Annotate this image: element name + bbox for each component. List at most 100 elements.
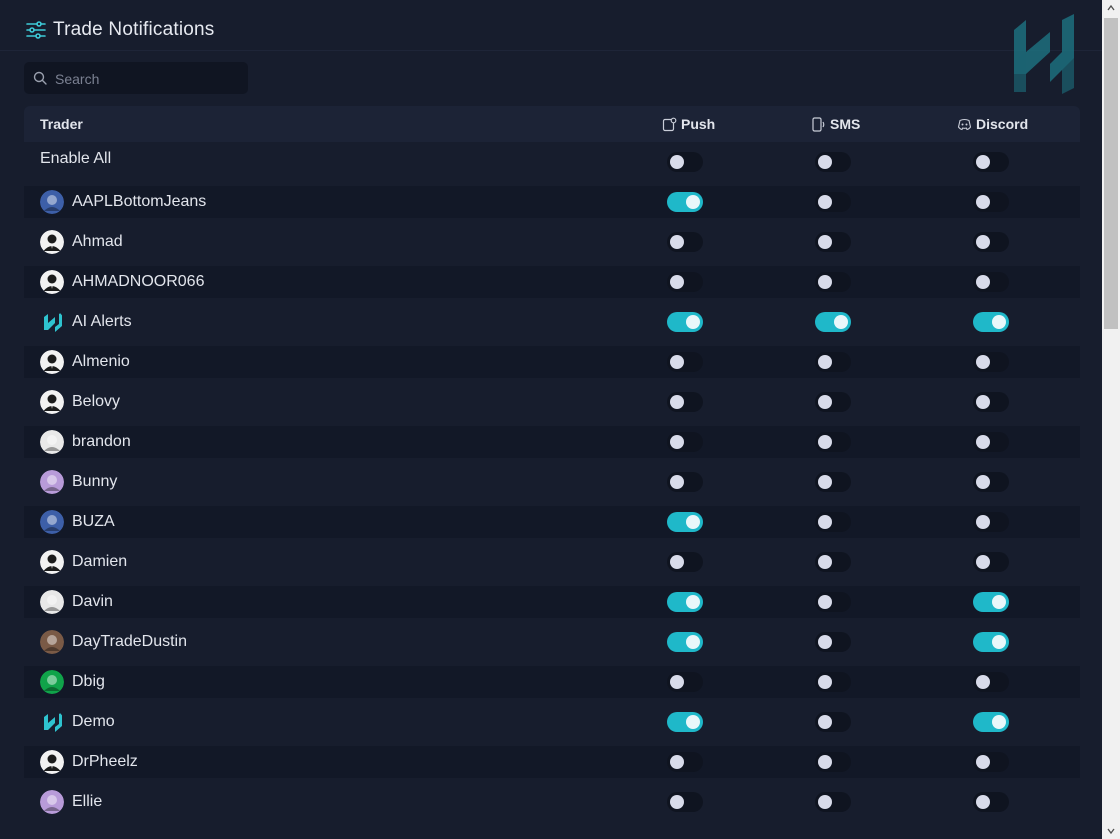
- avatar: [40, 550, 64, 574]
- trader-name: AHMADNOOR066: [72, 273, 205, 290]
- discord-toggle[interactable]: [973, 352, 1009, 372]
- toggle-knob: [670, 795, 684, 809]
- push-toggle[interactable]: [667, 272, 703, 292]
- trader-cell: Damien: [40, 550, 127, 574]
- discord-toggle[interactable]: [973, 712, 1009, 732]
- sms-toggle[interactable]: [815, 472, 851, 492]
- push-toggle[interactable]: [667, 512, 703, 532]
- avatar: [40, 430, 64, 454]
- sms-toggle[interactable]: [815, 272, 851, 292]
- discord-toggle[interactable]: [973, 752, 1009, 772]
- discord-toggle[interactable]: [973, 792, 1009, 812]
- discord-toggle[interactable]: [973, 512, 1009, 532]
- toggle-knob: [818, 235, 832, 249]
- scroll-down-icon[interactable]: [1107, 827, 1115, 835]
- sms-toggle[interactable]: [815, 392, 851, 412]
- toggle-knob: [976, 395, 990, 409]
- push-toggle[interactable]: [667, 472, 703, 492]
- push-toggle[interactable]: [667, 352, 703, 372]
- toggle-knob: [670, 555, 684, 569]
- sms-toggle[interactable]: [815, 192, 851, 212]
- enable-all-push-toggle[interactable]: [667, 152, 703, 172]
- scrollbar[interactable]: [1102, 0, 1120, 839]
- toggle-knob: [670, 395, 684, 409]
- push-toggle[interactable]: [667, 232, 703, 252]
- push-toggle[interactable]: [667, 592, 703, 612]
- push-toggle[interactable]: [667, 632, 703, 652]
- sms-toggle[interactable]: [815, 352, 851, 372]
- push-toggle[interactable]: [667, 192, 703, 212]
- enable-all-discord-toggle[interactable]: [973, 152, 1009, 172]
- scrollbar-thumb[interactable]: [1104, 18, 1118, 329]
- toggle-knob: [818, 555, 832, 569]
- sms-toggle[interactable]: [815, 312, 851, 332]
- discord-toggle[interactable]: [973, 552, 1009, 572]
- push-toggle[interactable]: [667, 792, 703, 812]
- push-toggle[interactable]: [667, 752, 703, 772]
- discord-toggle[interactable]: [973, 472, 1009, 492]
- trader-cell: DrPheelz: [40, 750, 138, 774]
- sms-toggle[interactable]: [815, 752, 851, 772]
- toggle-knob: [686, 315, 700, 329]
- discord-toggle[interactable]: [973, 232, 1009, 252]
- sms-toggle[interactable]: [815, 592, 851, 612]
- toggle-knob: [834, 315, 848, 329]
- toggle-knob: [992, 595, 1006, 609]
- sms-toggle[interactable]: [815, 632, 851, 652]
- toggle-knob: [670, 675, 684, 689]
- trader-cell: Davin: [40, 590, 113, 614]
- push-toggle[interactable]: [667, 432, 703, 452]
- sms-toggle[interactable]: [815, 672, 851, 692]
- toggle-knob: [976, 435, 990, 449]
- trader-cell: AAPLBottomJeans: [40, 190, 206, 214]
- search-box[interactable]: [24, 62, 248, 96]
- table-row: Ahmad: [24, 226, 1080, 258]
- enable-all-row: Enable All: [24, 146, 1080, 178]
- toggle-knob: [976, 675, 990, 689]
- table-row: AHMADNOOR066: [24, 266, 1080, 298]
- discord-toggle[interactable]: [973, 392, 1009, 412]
- discord-toggle[interactable]: [973, 672, 1009, 692]
- push-toggle[interactable]: [667, 672, 703, 692]
- avatar: [40, 230, 64, 254]
- discord-toggle[interactable]: [973, 272, 1009, 292]
- sms-toggle[interactable]: [815, 712, 851, 732]
- discord-toggle[interactable]: [973, 312, 1009, 332]
- column-header-push: Push: [662, 116, 715, 132]
- avatar: [40, 190, 64, 214]
- toggle-knob: [976, 475, 990, 489]
- sms-toggle[interactable]: [815, 512, 851, 532]
- push-toggle[interactable]: [667, 712, 703, 732]
- trader-name: DrPheelz: [72, 753, 138, 770]
- sms-toggle[interactable]: [815, 232, 851, 252]
- toggle-knob: [670, 435, 684, 449]
- trader-name: Damien: [72, 553, 128, 570]
- toggle-knob: [818, 275, 832, 289]
- avatar: [40, 470, 64, 494]
- table-row: DayTradeDustin: [24, 626, 1080, 658]
- table-row: Demo: [24, 706, 1080, 738]
- avatar: [40, 670, 64, 694]
- sms-toggle[interactable]: [815, 792, 851, 812]
- trader-name: AI Alerts: [72, 313, 132, 330]
- discord-toggle[interactable]: [973, 432, 1009, 452]
- scroll-up-icon[interactable]: [1107, 4, 1115, 12]
- toggle-knob: [818, 675, 832, 689]
- sms-toggle[interactable]: [815, 432, 851, 452]
- toggle-knob: [686, 635, 700, 649]
- search-input[interactable]: [53, 62, 247, 96]
- toggle-knob: [686, 715, 700, 729]
- trader-cell: brandon: [40, 430, 131, 454]
- discord-toggle[interactable]: [973, 632, 1009, 652]
- enable-all-sms-toggle[interactable]: [815, 152, 851, 172]
- discord-toggle[interactable]: [973, 192, 1009, 212]
- push-toggle[interactable]: [667, 552, 703, 572]
- discord-toggle[interactable]: [973, 592, 1009, 612]
- sms-toggle[interactable]: [815, 552, 851, 572]
- trader-cell: Dbig: [40, 670, 105, 694]
- trader-name: Demo: [72, 713, 115, 730]
- push-toggle[interactable]: [667, 312, 703, 332]
- trader-name: Bunny: [72, 473, 118, 490]
- toggle-knob: [686, 195, 700, 209]
- push-toggle[interactable]: [667, 392, 703, 412]
